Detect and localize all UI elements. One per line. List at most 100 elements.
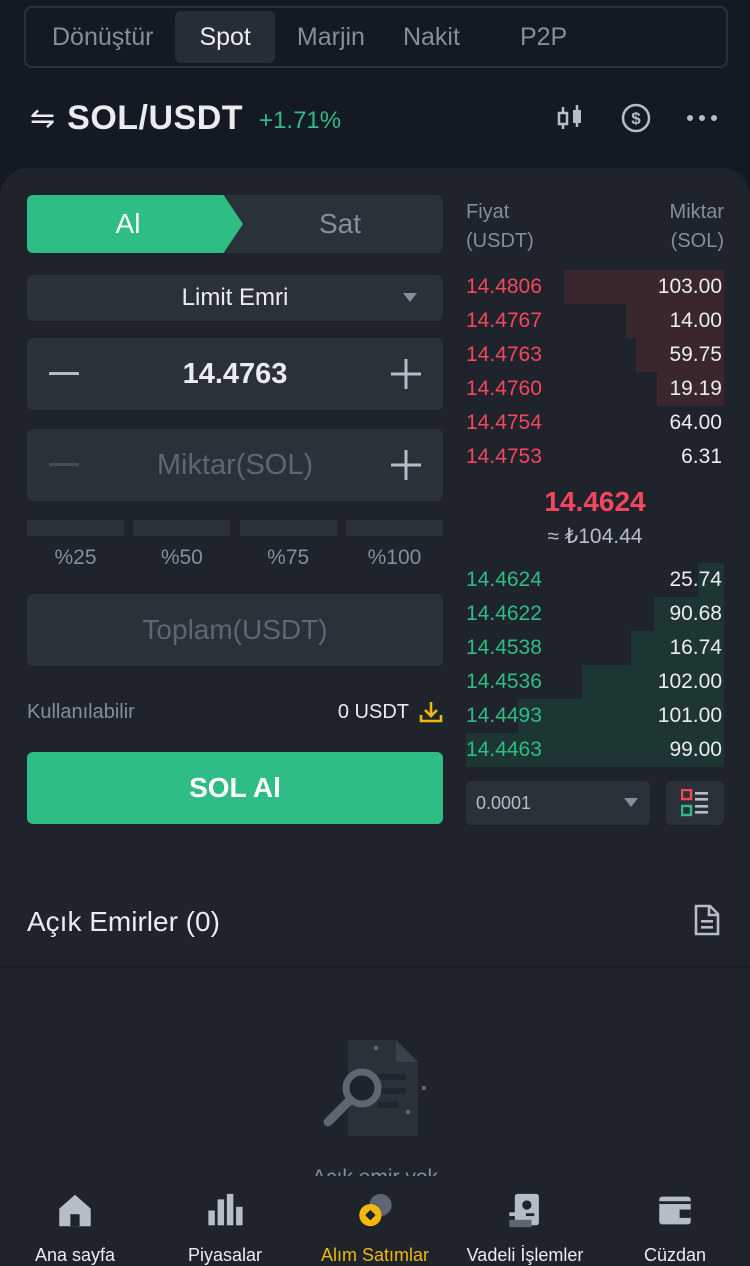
price-input[interactable]: 14.4763: [183, 358, 288, 391]
swap-arrows-icon[interactable]: ⇋: [30, 101, 55, 136]
ask-row[interactable]: 14.4753 6.31: [466, 440, 724, 474]
ask-row[interactable]: 14.4760 19.19: [466, 372, 724, 406]
ask-price: 14.4767: [466, 309, 542, 332]
bid-price: 14.4493: [466, 704, 542, 727]
percentage-slider[interactable]: [27, 520, 443, 536]
buy-sol-button[interactable]: SOL Al: [27, 752, 443, 824]
bid-price: 14.4622: [466, 602, 542, 625]
header-icons: $: [524, 98, 722, 138]
ask-qty: 6.31: [681, 445, 722, 468]
nav-futures[interactable]: Vadeli İşlemler: [450, 1176, 600, 1266]
quantity-stepper[interactable]: Miktar(SOL): [27, 429, 443, 501]
tab-convert[interactable]: Dönüştür: [36, 11, 169, 63]
available-value: 0 USDT: [337, 700, 409, 723]
ask-qty: 59.75: [669, 343, 722, 366]
pair-change: +1.71%: [259, 107, 342, 134]
ask-qty: 103.00: [657, 275, 722, 298]
open-orders-title: Açık Emirler (0): [27, 906, 220, 937]
ask-row[interactable]: 14.4806 103.00: [466, 270, 724, 304]
order-type-label: Limit Emri: [181, 284, 289, 311]
more-icon[interactable]: [682, 98, 722, 138]
ask-price: 14.4763: [466, 343, 542, 366]
bid-price: 14.4538: [466, 636, 542, 659]
last-price[interactable]: 14.4624: [466, 486, 724, 518]
price-header-line2: (USDT): [466, 230, 534, 252]
price-increase-button[interactable]: [369, 338, 443, 410]
nav-home[interactable]: Ana sayfa: [0, 1176, 150, 1266]
bid-row[interactable]: 14.4463 99.00: [466, 733, 724, 767]
pct-bar-100[interactable]: [345, 520, 443, 536]
total-input[interactable]: Toplam(USDT): [27, 594, 443, 666]
bid-qty: 99.00: [669, 738, 722, 761]
trade-mode-tabs: Dönüştür Spot Marjin Nakit P2P: [24, 6, 728, 68]
nav-futures-label: Vadeli İşlemler: [466, 1245, 584, 1265]
caret-down-icon: [624, 798, 638, 807]
candlestick-icon[interactable]: [550, 98, 590, 138]
pct-bar-25[interactable]: [27, 520, 124, 536]
futures-icon: [509, 1193, 539, 1228]
divider: [0, 966, 750, 968]
tab-spot[interactable]: Spot: [175, 11, 275, 63]
ask-row[interactable]: 14.4763 59.75: [466, 338, 724, 372]
pct-label-100[interactable]: %100: [346, 546, 443, 570]
total-placeholder: Toplam(USDT): [142, 614, 328, 645]
nav-home-label: Ana sayfa: [34, 1245, 116, 1265]
precision-select[interactable]: 0.0001: [466, 781, 650, 825]
order-type-select[interactable]: Limit Emri: [27, 275, 443, 321]
qty-header-line2: (SOL): [670, 230, 724, 252]
markets-icon: [208, 1193, 243, 1226]
pair-header[interactable]: ⇋ SOL/USDT +1.71%: [30, 96, 341, 140]
pct-bar-50[interactable]: [133, 520, 231, 536]
tab-p2p[interactable]: P2P: [504, 11, 583, 63]
bid-row[interactable]: 14.4493 101.00: [466, 699, 724, 733]
pct-label-25[interactable]: %25: [27, 546, 124, 570]
bid-qty: 102.00: [657, 670, 722, 693]
pct-label-75[interactable]: %75: [240, 546, 337, 570]
quantity-increase-button[interactable]: [369, 429, 443, 501]
price-header: Fiyat (USDT): [466, 198, 534, 256]
bid-price: 14.4463: [466, 738, 542, 761]
bid-row[interactable]: 14.4622 90.68: [466, 597, 724, 631]
pct-bar-75[interactable]: [239, 520, 337, 536]
bid-qty: 90.68: [669, 602, 722, 625]
nav-trades-label: Alım Satımlar: [320, 1245, 430, 1265]
price-decrease-button[interactable]: [27, 338, 101, 410]
bid-row[interactable]: 14.4624 25.74: [466, 563, 724, 597]
orderbook-view-button[interactable]: [666, 781, 724, 825]
ask-row[interactable]: 14.4754 64.00: [466, 406, 724, 440]
svg-text:$: $: [631, 109, 641, 128]
nav-markets-label: Piyasalar: [187, 1245, 263, 1265]
tab-cash[interactable]: Nakit: [387, 11, 476, 63]
order-history-icon[interactable]: [694, 904, 720, 936]
nav-wallet-label: Cüzdan: [643, 1245, 707, 1265]
ask-price: 14.4760: [466, 377, 542, 400]
bottom-nav: Ana sayfa Piyasalar Alım Satımlar Vadeli…: [0, 1176, 750, 1266]
bid-row[interactable]: 14.4538 16.74: [466, 631, 724, 665]
pair-name[interactable]: SOL/USDT: [67, 99, 243, 138]
bid-qty: 16.74: [669, 636, 722, 659]
buy-tab[interactable]: Al: [27, 195, 243, 253]
bid-price: 14.4536: [466, 670, 542, 693]
ask-row[interactable]: 14.4767 14.00: [466, 304, 724, 338]
ask-qty: 14.00: [669, 309, 722, 332]
bid-qty: 101.00: [657, 704, 722, 727]
qty-header: Miktar (SOL): [670, 198, 724, 256]
ask-price: 14.4754: [466, 411, 542, 434]
nav-wallet[interactable]: Cüzdan: [600, 1176, 750, 1266]
price-header-line1: Fiyat: [466, 201, 510, 223]
bid-row[interactable]: 14.4536 102.00: [466, 665, 724, 699]
percentage-labels: %25 %50 %75 %100: [27, 546, 443, 570]
no-orders-illustration: [323, 1040, 426, 1136]
quantity-input[interactable]: Miktar(SOL): [157, 449, 313, 482]
home-icon: [59, 1194, 91, 1227]
nav-trades[interactable]: Alım Satımlar: [300, 1176, 450, 1266]
bid-price: 14.4624: [466, 568, 542, 591]
dollar-circle-icon[interactable]: $: [616, 98, 656, 138]
tab-margin[interactable]: Marjin: [281, 11, 381, 63]
available-balance: Kullanılabilir 0 USDT: [27, 698, 443, 726]
price-stepper[interactable]: 14.4763: [27, 338, 443, 410]
nav-markets[interactable]: Piyasalar: [150, 1176, 300, 1266]
deposit-icon[interactable]: [419, 700, 443, 724]
pct-label-50[interactable]: %50: [133, 546, 230, 570]
quantity-decrease-button[interactable]: [27, 429, 101, 501]
